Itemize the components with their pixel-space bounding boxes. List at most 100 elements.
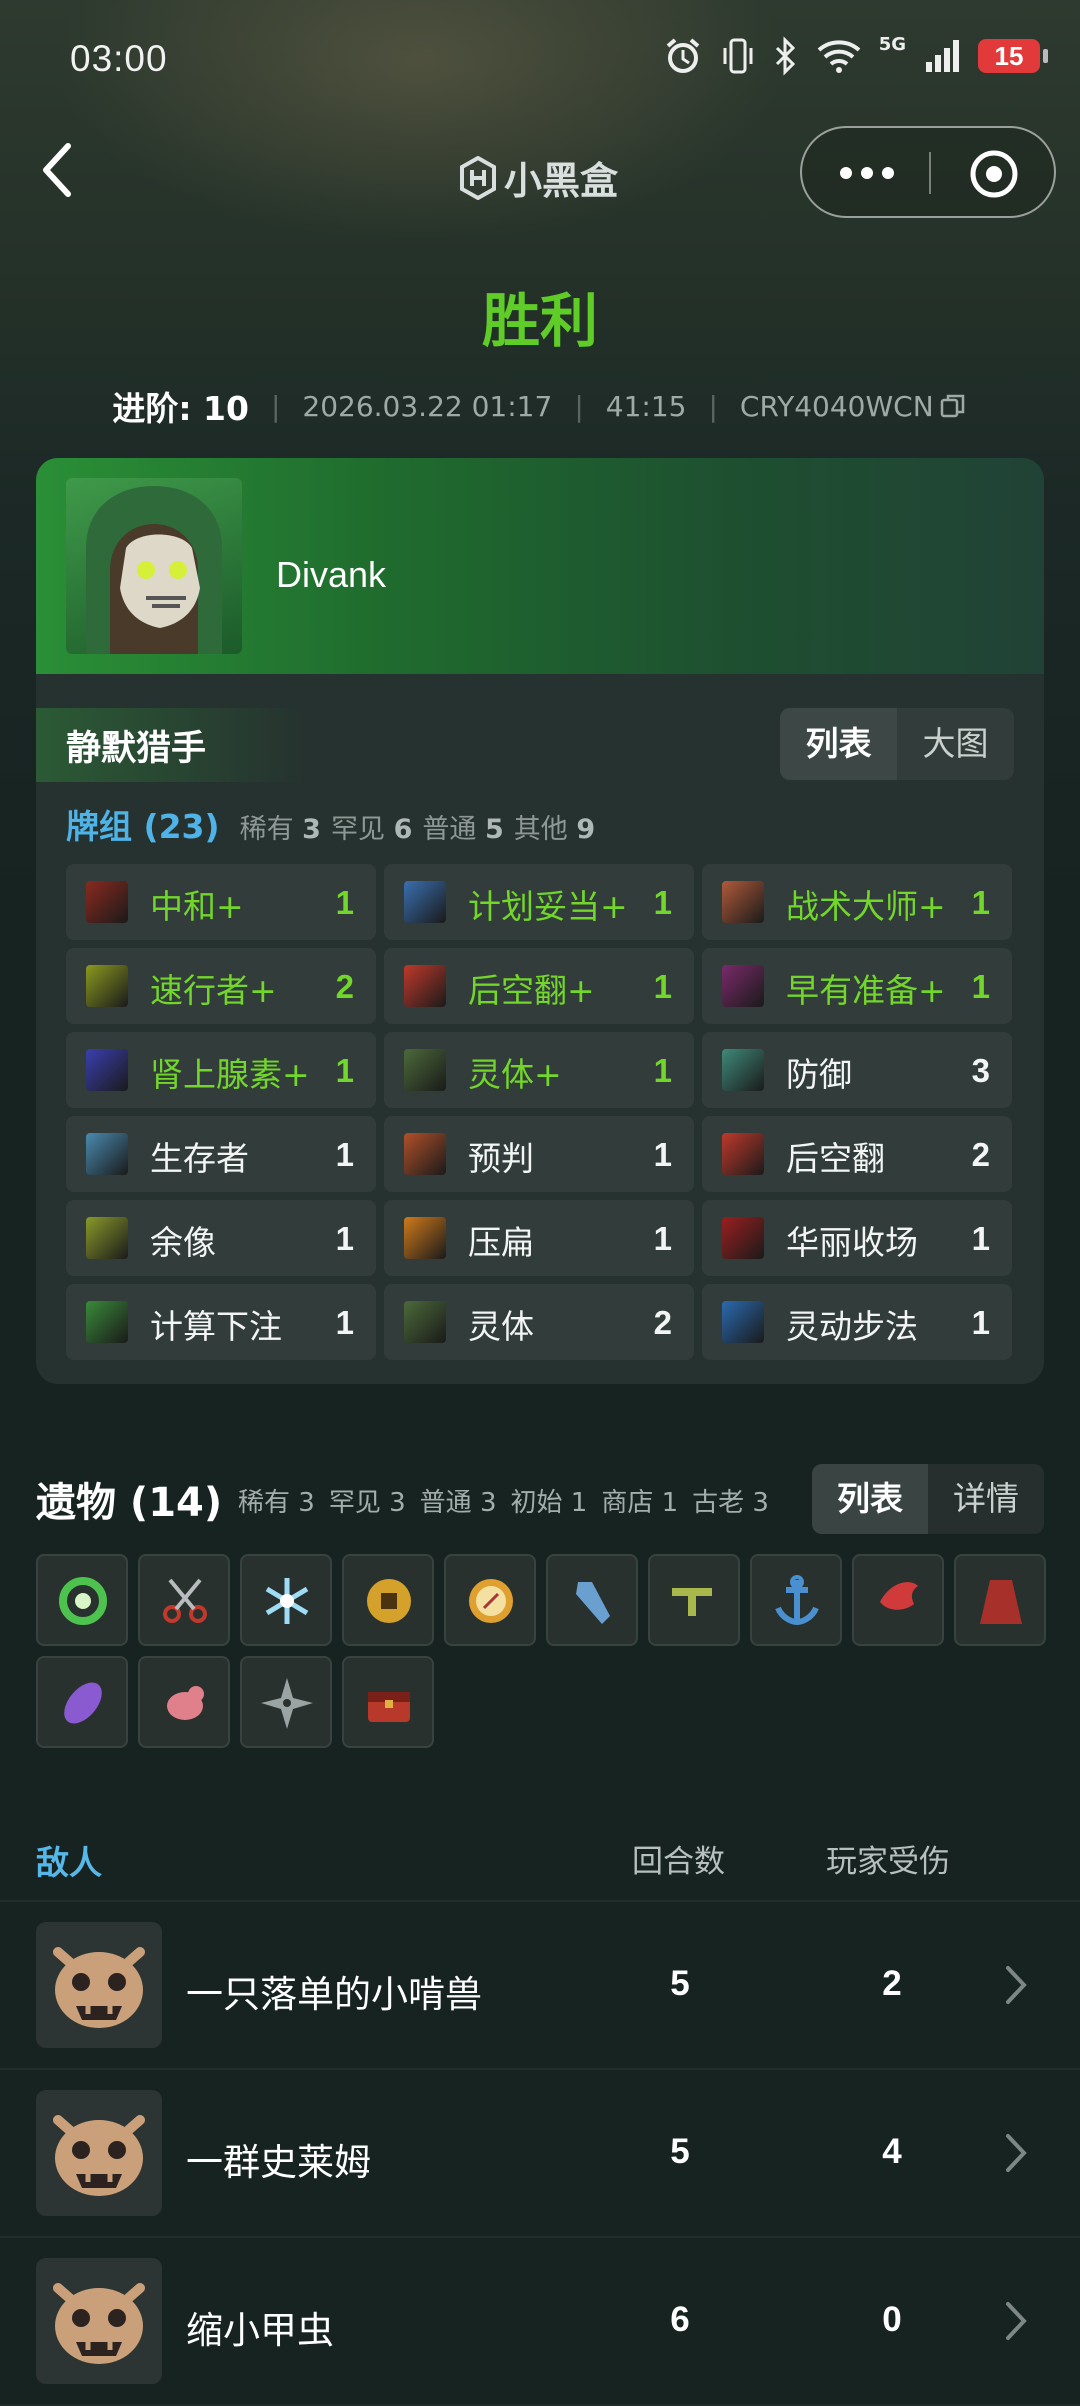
relic-detail-tab[interactable]: 详情 xyxy=(928,1464,1044,1534)
enemy-name: 一群史莱姆 xyxy=(186,2141,371,2184)
card-count: 3 xyxy=(971,1052,990,1089)
pig-relic-icon xyxy=(167,1686,204,1720)
deck-card-item[interactable]: 计算下注 1 xyxy=(66,1284,376,1360)
card-name: 压扁 xyxy=(468,1223,534,1262)
relics-title: 遗物 (14) xyxy=(36,1480,223,1526)
relic-item[interactable] xyxy=(648,1554,740,1646)
scissors-relic-icon xyxy=(163,1578,207,1623)
back-arrow-icon[interactable] xyxy=(38,140,78,200)
card-name: 肾上腺素+ xyxy=(150,1055,310,1094)
deck-view-toggle: 列表 大图 xyxy=(780,708,1014,780)
character-class: 静默猎手 xyxy=(66,729,207,769)
card-count: 1 xyxy=(653,1052,672,1089)
character-portrait xyxy=(66,478,242,654)
enemies-title: 敌人 xyxy=(36,1843,102,1882)
enemy-avatar xyxy=(36,2258,162,2384)
deck-card-item[interactable]: 肾上腺素+ 1 xyxy=(66,1032,376,1108)
relic-item[interactable] xyxy=(342,1554,434,1646)
heybox-logo-icon xyxy=(460,155,496,200)
enemy-row[interactable]: 一只落单的小啃兽 5 2 xyxy=(0,1902,1080,2068)
brand-name: 小黑盒 xyxy=(504,159,619,203)
status-icons: 5G 15 xyxy=(663,33,1048,76)
run-seed: CRY4040WCN xyxy=(739,389,934,423)
relic-stat: 罕见 3 xyxy=(328,1488,406,1518)
deck-card-item[interactable]: 余像 1 xyxy=(66,1200,376,1276)
enemy-turns: 6 xyxy=(670,2300,690,2339)
relic-item[interactable] xyxy=(36,1656,128,1748)
deck-stat: 稀有 3 xyxy=(239,814,321,845)
card-name: 速行者+ xyxy=(150,971,277,1010)
deck-card-item[interactable]: 速行者+ 2 xyxy=(66,948,376,1024)
deck-card-item[interactable]: 防御 3 xyxy=(702,1032,1012,1108)
character-deck-card: Divank 静默猎手 列表 大图 牌组 (23) 稀有 3 罕见 6 普通 5… xyxy=(36,458,1044,1384)
monster-face-icon xyxy=(53,1947,145,2028)
deck-card-item[interactable]: 后空翻+ 1 xyxy=(384,948,694,1024)
deck-card-item[interactable]: 灵体 2 xyxy=(384,1284,694,1360)
deck-card-item[interactable]: 早有准备+ 1 xyxy=(702,948,1012,1024)
monster-face-icon xyxy=(53,2283,145,2364)
card-name: 灵体+ xyxy=(468,1055,562,1094)
card-name: 后空翻 xyxy=(786,1139,885,1178)
more-options-button[interactable] xyxy=(832,158,902,188)
enemy-row[interactable]: 缩小甲虫 6 0 xyxy=(0,2238,1080,2404)
relic-item[interactable] xyxy=(750,1554,842,1646)
card-art-icon xyxy=(722,1301,764,1343)
enemy-row[interactable]: 一群史莱姆 5 4 xyxy=(0,2070,1080,2236)
card-name: 灵体 xyxy=(468,1307,534,1346)
copy-icon[interactable] xyxy=(938,391,968,421)
relic-item[interactable] xyxy=(240,1656,332,1748)
deck-card-item[interactable]: 后空翻 2 xyxy=(702,1116,1012,1192)
relic-list-tab[interactable]: 列表 xyxy=(812,1464,928,1534)
relic-item[interactable] xyxy=(36,1554,128,1646)
relic-item[interactable] xyxy=(138,1554,230,1646)
bluetooth-icon xyxy=(775,36,795,76)
deck-card-item[interactable]: 中和+ 1 xyxy=(66,864,376,940)
deck-card-item[interactable]: 计划妥当+ 1 xyxy=(384,864,694,940)
character-name: Divank xyxy=(276,554,387,595)
relic-item[interactable] xyxy=(852,1554,944,1646)
relic-item[interactable] xyxy=(954,1554,1046,1646)
card-count: 1 xyxy=(335,1220,354,1257)
bird-relic-icon xyxy=(880,1582,918,1610)
chevron-right-icon xyxy=(1006,2302,1027,2340)
deck-card-item[interactable]: 战术大师+ 1 xyxy=(702,864,1012,940)
deck-list-tab[interactable]: 列表 xyxy=(780,708,897,780)
card-name: 预判 xyxy=(468,1139,534,1178)
character-header: Divank xyxy=(36,458,1044,674)
card-name: 计算下注 xyxy=(150,1307,282,1346)
deck-bigview-tab[interactable]: 大图 xyxy=(897,708,1014,780)
enemy-name: 缩小甲虫 xyxy=(186,2309,334,2352)
deck-card-item[interactable]: 预判 1 xyxy=(384,1116,694,1192)
deck-card-item[interactable]: 压扁 1 xyxy=(384,1200,694,1276)
card-count: 1 xyxy=(653,1220,672,1257)
card-name: 后空翻+ xyxy=(468,971,595,1010)
enemy-avatar xyxy=(36,1922,162,2048)
relic-item[interactable] xyxy=(546,1554,638,1646)
alarm-icon xyxy=(666,38,699,73)
card-art-icon xyxy=(86,1049,128,1091)
card-count: 1 xyxy=(653,968,672,1005)
relic-item[interactable] xyxy=(342,1656,434,1748)
relic-view-toggle: 列表 详情 xyxy=(812,1464,1044,1534)
network-type: 5G xyxy=(878,33,906,55)
card-art-icon xyxy=(722,1049,764,1091)
deck-card-item[interactable]: 华丽收场 1 xyxy=(702,1200,1012,1276)
brand-logo: 小黑盒 xyxy=(458,150,618,205)
enemy-damage: 0 xyxy=(882,2300,902,2339)
relic-stat: 稀有 3 xyxy=(238,1488,315,1518)
relic-item[interactable] xyxy=(138,1656,230,1748)
card-name: 防御 xyxy=(786,1055,852,1094)
deck-card-item[interactable]: 灵体+ 1 xyxy=(384,1032,694,1108)
card-count: 1 xyxy=(971,968,990,1005)
battery-indicator: 15 xyxy=(978,39,1048,73)
deck-title: 牌组 (23) xyxy=(66,807,220,846)
relic-item[interactable] xyxy=(444,1554,536,1646)
deck-card-item[interactable]: 生存者 1 xyxy=(66,1116,376,1192)
card-count: 2 xyxy=(971,1136,990,1173)
relic-item[interactable] xyxy=(240,1554,332,1646)
card-art-icon xyxy=(404,1217,446,1259)
deck-card-item[interactable]: 灵动步法 1 xyxy=(702,1284,1012,1360)
close-miniprogram-button[interactable] xyxy=(968,148,1020,200)
run-datetime: 2026.03.22 01:17 xyxy=(302,389,553,423)
status-time: 03:00 xyxy=(70,38,168,79)
